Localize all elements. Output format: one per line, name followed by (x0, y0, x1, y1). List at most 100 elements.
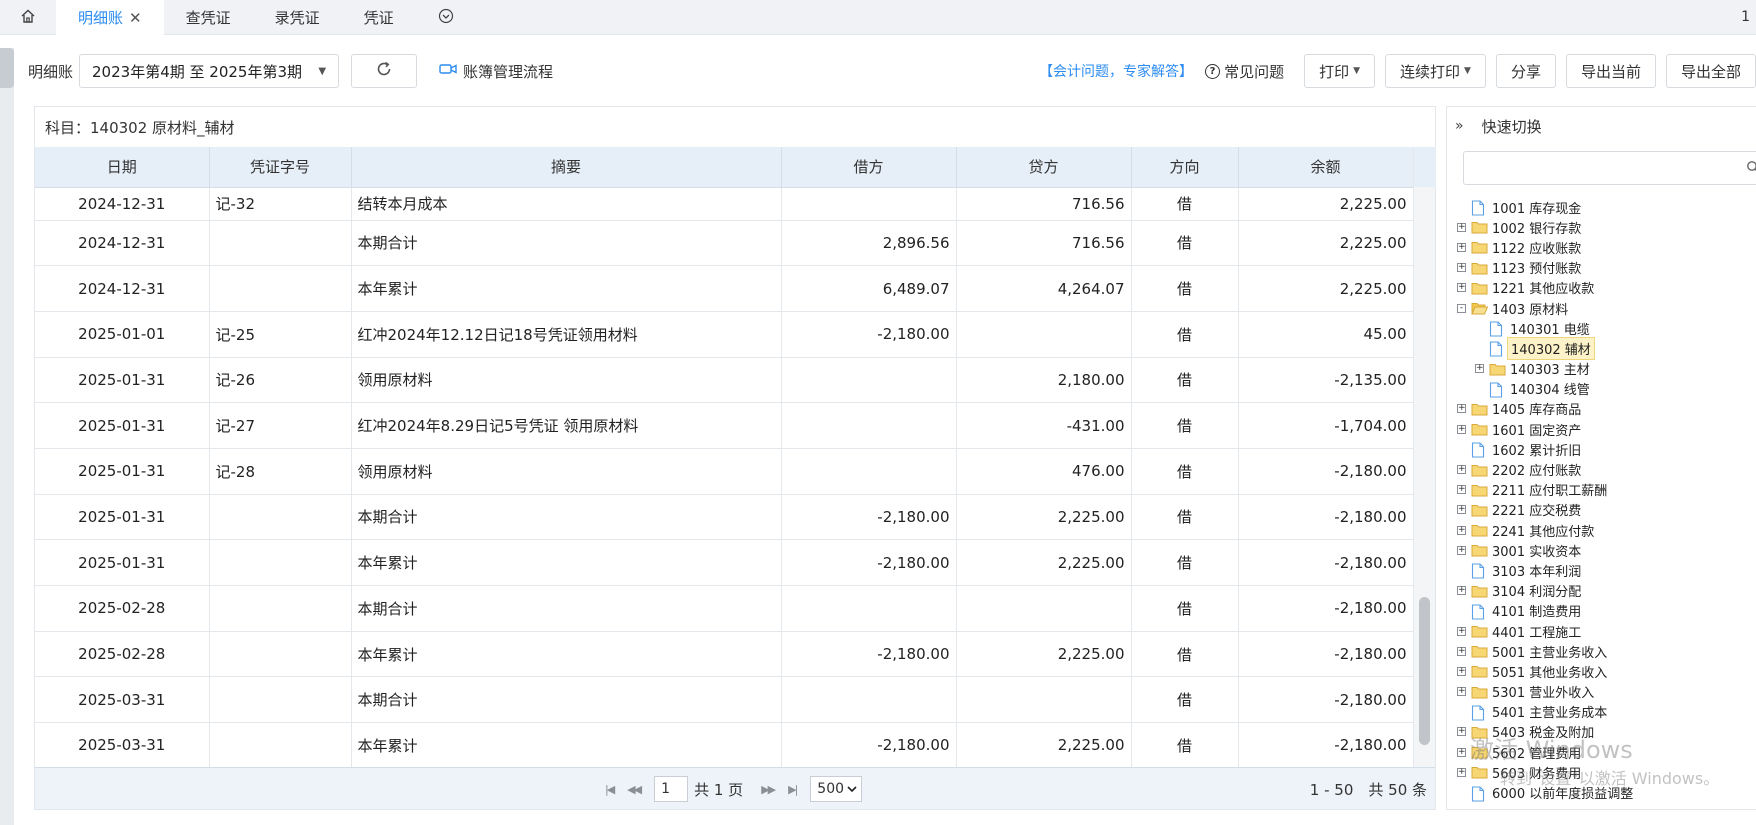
tree-node-label[interactable]: 5051 其他业务收入 (1489, 661, 1610, 682)
tree-node-label[interactable]: 2241 其他应付款 (1489, 520, 1597, 541)
tree-node[interactable]: 6000 以前年度损益调整 (1447, 782, 1756, 802)
table-row[interactable]: 2025-01-31 记-28 领用原材料 476.00 借 -2,180.00 (35, 448, 1435, 495)
tree-node[interactable]: +1122 应收账款 (1447, 237, 1756, 257)
tree-node-label[interactable]: 5401 主营业务成本 (1489, 701, 1610, 722)
tree-node-label[interactable]: 2221 应交税费 (1489, 499, 1584, 520)
cell-voucher[interactable]: 记-26 (209, 357, 352, 404)
tree-node-label[interactable]: 1001 库存现金 (1489, 197, 1584, 218)
table-row[interactable]: 2025-03-31 本期合计 借 -2,180.00 (35, 676, 1435, 724)
expand-icon[interactable]: + (1457, 283, 1466, 293)
expand-icon[interactable]: + (1457, 505, 1466, 515)
cell-voucher[interactable] (209, 631, 352, 678)
tree-node-label[interactable]: 5603 财务费用 (1489, 762, 1584, 783)
tree-node-label[interactable]: 1123 预付账款 (1489, 257, 1584, 278)
tree-node[interactable]: +5603 财务费用 (1447, 762, 1756, 782)
search-icon[interactable] (1746, 160, 1756, 174)
expand-icon[interactable]: + (1457, 666, 1466, 676)
table-row[interactable]: 2025-01-01 记-25 红冲2024年12.12日记18号凭证领用材料 -2,… (35, 311, 1435, 358)
cell-voucher[interactable]: 记-28 (209, 448, 352, 495)
expand-icon[interactable]: + (1457, 424, 1466, 434)
tree-node-label[interactable]: 5001 主营业务收入 (1489, 641, 1610, 662)
left-collapse-strip[interactable] (0, 48, 14, 825)
batch-print-button[interactable]: 连续打印 ▼ (1385, 54, 1486, 88)
tree-node[interactable]: +2241 其他应付款 (1447, 520, 1756, 540)
close-icon[interactable]: ✕ (129, 9, 142, 27)
tree-node-label[interactable]: 1002 银行存款 (1489, 217, 1584, 238)
account-search-input[interactable] (1463, 151, 1756, 185)
tree-node-label[interactable]: 5403 税金及附加 (1489, 721, 1597, 742)
first-page-icon[interactable]: |◀ (605, 783, 615, 796)
table-row[interactable]: 2024-12-31 本期合计 2,896.56 716.56 借 2,225.00 (35, 220, 1435, 267)
cell-voucher[interactable]: 记-25 (209, 311, 352, 358)
expand-icon[interactable]: + (1457, 626, 1466, 636)
tree-node[interactable]: +2202 应付账款 (1447, 459, 1756, 479)
col-header-balance[interactable]: 余额 (1238, 147, 1414, 188)
tree-node[interactable]: +140303 主材 (1447, 359, 1756, 379)
table-row[interactable]: 2025-01-31 记-27 红冲2024年8.29日记5号凭证 领用原材料 -43… (35, 402, 1435, 449)
prev-page-icon[interactable]: ◀◀ (627, 783, 642, 796)
ledger-flow-link[interactable]: 账簿管理流程 (439, 61, 553, 82)
cell-voucher[interactable] (209, 539, 352, 586)
tree-node-label[interactable]: 3103 本年利润 (1489, 560, 1584, 581)
cell-voucher[interactable] (209, 676, 352, 724)
tree-node[interactable]: 3103 本年利润 (1447, 560, 1756, 580)
tree-node-label[interactable]: 2211 应付职工薪酬 (1489, 479, 1610, 500)
period-select[interactable]: 2023年第4期 至 2025年第3期 ▼ (79, 54, 340, 88)
tree-node[interactable]: +3104 利润分配 (1447, 581, 1756, 601)
tree-node[interactable]: +2221 应交税费 (1447, 500, 1756, 520)
col-header-direction[interactable]: 方向 (1131, 147, 1239, 188)
tree-node[interactable]: +1221 其他应收款 (1447, 278, 1756, 298)
tab-query-voucher[interactable]: 查凭证 (164, 0, 253, 35)
tree-node[interactable]: +3001 实收资本 (1447, 540, 1756, 560)
table-row[interactable]: 2024-12-31 记-32 结转本月成本 716.56 借 2,225.00 (35, 187, 1435, 221)
tree-node[interactable]: 140301 电缆 (1447, 318, 1756, 338)
expand-icon[interactable]: + (1457, 263, 1466, 273)
refresh-button[interactable] (351, 54, 418, 88)
expand-icon[interactable]: + (1457, 404, 1466, 414)
expert-answer-link[interactable]: 【会计问题，专家解答】 (1039, 61, 1193, 81)
tree-node-label[interactable]: 3001 实收资本 (1489, 540, 1584, 561)
table-row[interactable]: 2025-02-28 本年累计 -2,180.00 2,225.00 借 -2,180.0… (35, 631, 1435, 678)
table-row[interactable]: 2025-01-31 本年累计 -2,180.00 2,225.00 借 -2,180.0… (35, 539, 1435, 586)
collapse-icon[interactable]: - (1457, 303, 1466, 313)
tree-node-label[interactable]: 5602 管理费用 (1489, 742, 1584, 763)
tree-node-label[interactable]: 140302 辅材 (1507, 336, 1595, 360)
tree-node-label[interactable]: 140304 线管 (1507, 378, 1593, 399)
tree-node[interactable]: 140304 线管 (1447, 379, 1756, 399)
expand-icon[interactable]: + (1457, 767, 1466, 777)
tab-ledger[interactable]: 明细账 ✕ (56, 0, 164, 35)
tree-node-label[interactable]: 1405 库存商品 (1489, 398, 1584, 419)
expand-icon[interactable]: + (1457, 747, 1466, 757)
tree-node[interactable]: - 1403 原材料 (1447, 298, 1756, 318)
expand-icon[interactable]: + (1457, 687, 1466, 697)
expand-icon[interactable]: + (1457, 242, 1466, 252)
table-row[interactable]: 2025-01-31 本期合计 -2,180.00 2,225.00 借 -2,180.0… (35, 494, 1435, 541)
tree-node[interactable]: +5001 主营业务收入 (1447, 641, 1756, 661)
double-chevron-right-icon[interactable]: » (1455, 118, 1464, 134)
col-header-summary[interactable]: 摘要 (351, 147, 782, 188)
share-button[interactable]: 分享 (1495, 54, 1556, 88)
cell-voucher[interactable]: 记-27 (209, 402, 352, 449)
print-button[interactable]: 打印 ▼ (1304, 54, 1376, 88)
tree-node-label[interactable]: 2202 应付账款 (1489, 459, 1584, 480)
tree-node[interactable]: +1002 银行存款 (1447, 217, 1756, 237)
tree-node-label[interactable]: 3104 利润分配 (1489, 580, 1584, 601)
cell-voucher[interactable]: 记-32 (209, 187, 352, 221)
tree-node[interactable]: +2211 应付职工薪酬 (1447, 480, 1756, 500)
tree-node-label[interactable]: 1221 其他应收款 (1489, 277, 1597, 298)
tree-node-label[interactable]: 1602 累计折旧 (1489, 439, 1584, 460)
cell-voucher[interactable] (209, 265, 352, 312)
tree-node[interactable]: +5051 其他业务收入 (1447, 661, 1756, 681)
expand-icon[interactable]: + (1457, 646, 1466, 656)
tree-node-label[interactable]: 140301 电缆 (1507, 318, 1593, 339)
tab-more[interactable] (416, 0, 476, 35)
tree-node[interactable]: +5301 营业外收入 (1447, 682, 1756, 702)
scrollbar-thumb[interactable] (1419, 597, 1430, 745)
tree-node-label[interactable]: 4401 工程施工 (1489, 621, 1584, 642)
tree-node[interactable]: +5602 管理费用 (1447, 742, 1756, 762)
table-row[interactable]: 2025-02-28 本期合计 借 -2,180.00 (35, 585, 1435, 632)
tree-node[interactable]: 5401 主营业务成本 (1447, 702, 1756, 722)
expand-icon[interactable]: + (1457, 465, 1466, 475)
collapse-handle[interactable] (0, 48, 14, 88)
page-number-input[interactable]: 1 (654, 776, 689, 802)
